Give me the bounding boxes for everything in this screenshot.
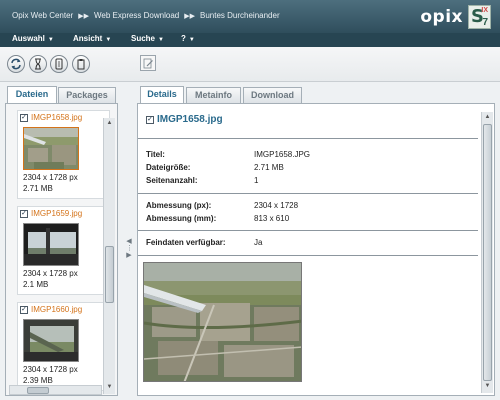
file-name-row: ✓ IMGP1659.jpg xyxy=(20,209,82,218)
file-thumbnail[interactable] xyxy=(23,127,79,170)
scroll-down-icon[interactable]: ▼ xyxy=(483,382,492,391)
breadcrumb-item-download[interactable]: Web Express Download xyxy=(94,11,179,20)
clipboard-button[interactable] xyxy=(72,55,90,73)
tab-details[interactable]: Details xyxy=(140,86,184,103)
scroll-down-icon[interactable]: ▼ xyxy=(105,383,114,392)
file-thumbnail[interactable] xyxy=(23,319,79,362)
breadcrumb: Opix Web Center ▶▶ Web Express Download ▶▶ B… xyxy=(12,11,280,20)
file-dimensions: 2304 x 1728 px xyxy=(23,173,78,182)
menu-label: Auswahl xyxy=(12,34,45,43)
file-checkbox[interactable]: ✓ xyxy=(20,113,28,122)
top-header: Opix Web Center ▶▶ Web Express Download ▶▶ B… xyxy=(0,0,500,33)
menu-auswahl[interactable]: Auswahl ▼ xyxy=(12,34,54,43)
breadcrumb-separator-icon: ▶▶ xyxy=(184,13,196,20)
scroll-up-icon[interactable]: ▲ xyxy=(105,119,114,128)
splitter-grip-icon[interactable]: ◀ ⋮ ▶ xyxy=(126,238,133,259)
tab-dateien[interactable]: Dateien xyxy=(7,86,57,103)
hourglass-button[interactable] xyxy=(29,55,47,73)
refresh-button[interactable] xyxy=(7,55,25,73)
tab-download[interactable]: Download xyxy=(243,87,302,103)
list-item[interactable]: ✓ IMGP1660.jpg 2304 x 1728 px 2.39 MB xyxy=(17,302,110,391)
menu-bar: Auswahl ▼ Ansicht ▼ Suche ▼ ? ▼ xyxy=(0,33,500,47)
info-button[interactable] xyxy=(50,55,68,73)
detail-value: 2.71 MB xyxy=(254,163,284,172)
menu-suche[interactable]: Suche ▼ xyxy=(131,34,164,43)
file-thumbnail[interactable] xyxy=(23,223,79,266)
file-size: 2.71 MB xyxy=(23,184,53,193)
file-dimensions: 2304 x 1728 px xyxy=(23,269,78,278)
edit-icon xyxy=(143,58,153,68)
file-name[interactable]: IMGP1660.jpg xyxy=(31,305,82,314)
details-title-row: ✓ IMGP1658.jpg xyxy=(146,114,223,125)
detail-label: Abmessung (px): xyxy=(146,201,212,210)
caret-down-icon: ▼ xyxy=(105,37,112,43)
file-list-scrollbar[interactable]: ▲ ▼ xyxy=(103,118,115,394)
breadcrumb-item-home[interactable]: Opix Web Center xyxy=(12,11,73,20)
aerial-photo-thumbnail xyxy=(24,320,78,361)
detail-value: 813 x 610 xyxy=(254,214,290,223)
menu-ansicht[interactable]: Ansicht ▼ xyxy=(73,34,111,43)
caret-down-icon: ▼ xyxy=(158,37,164,43)
file-list: ✓ IMGP1658.jpg 2304 x 1728 px 2.71 MB ✓ … xyxy=(5,103,118,396)
detail-label: Titel: xyxy=(146,150,165,159)
hscrollbar-thumb[interactable] xyxy=(27,387,49,394)
preview-image[interactable] xyxy=(143,262,302,382)
tab-packages[interactable]: Packages xyxy=(58,87,116,103)
divider xyxy=(138,230,478,231)
breadcrumb-separator-icon: ▶▶ xyxy=(78,13,89,20)
caret-down-icon: ▼ xyxy=(188,37,195,43)
document-info-icon xyxy=(55,58,63,70)
file-size: 2.39 MB xyxy=(23,376,53,385)
detail-label: Feindaten verfügbar: xyxy=(146,238,226,247)
file-size: 2.1 MB xyxy=(23,280,49,289)
scroll-up-icon[interactable]: ▲ xyxy=(483,113,492,122)
file-name-row: ✓ IMGP1660.jpg xyxy=(20,305,82,314)
toolbar xyxy=(0,47,500,82)
divider xyxy=(138,138,478,139)
detail-value: 2304 x 1728 xyxy=(254,201,299,210)
file-list-hscrollbar[interactable] xyxy=(9,385,102,395)
menu-label: Suche xyxy=(131,34,156,43)
menu-label: Ansicht xyxy=(73,34,103,43)
refresh-icon xyxy=(11,58,21,70)
edit-button[interactable] xyxy=(140,55,156,71)
file-dimensions: 2304 x 1728 px xyxy=(23,365,78,374)
detail-value: IMGP1658.JPG xyxy=(254,150,311,159)
file-name[interactable]: IMGP1659.jpg xyxy=(31,209,82,218)
list-item[interactable]: ✓ IMGP1659.jpg 2304 x 1728 px 2.1 MB xyxy=(17,206,110,295)
menu-label: ? xyxy=(181,34,186,43)
clipboard-icon xyxy=(77,59,85,70)
logo-badge-icon: S IX 7 xyxy=(468,4,491,29)
detail-label: Dateigröße: xyxy=(146,163,191,172)
details-file-title[interactable]: IMGP1658.jpg xyxy=(157,114,223,125)
detail-label: Abmessung (mm): xyxy=(146,214,217,223)
list-item[interactable]: ✓ IMGP1658.jpg 2304 x 1728 px 2.71 MB xyxy=(17,110,110,199)
divider xyxy=(138,193,478,194)
opix-logo: opix S IX 7 xyxy=(420,3,491,30)
caret-down-icon: ▼ xyxy=(47,37,54,43)
aerial-city-photo xyxy=(144,263,301,381)
detail-value: Ja xyxy=(254,238,263,247)
cockpit-photo-thumbnail xyxy=(24,224,78,265)
scrollbar-thumb[interactable] xyxy=(483,124,492,381)
tab-metainfo[interactable]: Metainfo xyxy=(186,87,241,103)
file-checkbox[interactable]: ✓ xyxy=(20,209,28,218)
divider xyxy=(138,255,478,256)
file-name-row: ✓ IMGP1658.jpg xyxy=(20,113,82,122)
hourglass-icon xyxy=(35,58,41,70)
scrollbar-thumb[interactable] xyxy=(105,246,114,303)
aerial-photo-thumbnail xyxy=(24,128,78,169)
breadcrumb-item-current: Buntes Durcheinander xyxy=(200,11,280,20)
detail-value: 1 xyxy=(254,176,259,185)
file-checkbox[interactable]: ✓ xyxy=(20,305,28,314)
detail-label: Seitenanzahl: xyxy=(146,176,198,185)
file-name[interactable]: IMGP1658.jpg xyxy=(31,113,82,122)
details-checkbox[interactable]: ✓ xyxy=(146,115,154,124)
logo-wordmark: opix xyxy=(420,6,463,27)
details-scrollbar[interactable]: ▲ ▼ xyxy=(481,112,493,393)
menu-help[interactable]: ? ▼ xyxy=(181,34,195,43)
details-panel: ✓ IMGP1658.jpg Titel: IMGP1658.JPG Datei… xyxy=(137,103,495,396)
